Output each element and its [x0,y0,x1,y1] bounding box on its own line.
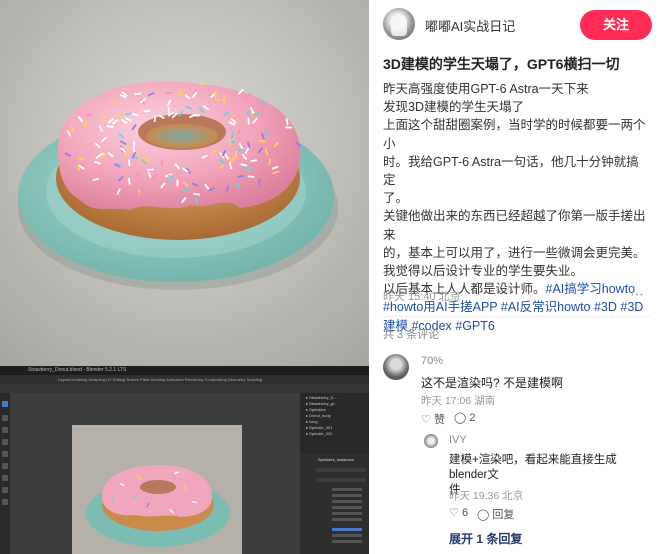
reply-user-name[interactable]: IVY [449,434,467,446]
sprinkle [176,179,179,187]
blender-viewport[interactable] [10,393,300,554]
comment-count: 共 3 条评论 [383,329,440,341]
comment-meta: 昨天 17:06 湖南 [421,395,496,407]
commenter-avatar[interactable] [383,354,409,380]
post-line: 关键他做出来的东西已经超越了你第一版手搓出来 [383,209,646,242]
blender-titlebar: Strawberry_Donut.blend - Blender 5.2.1 L… [0,366,369,375]
sprinkle [258,178,261,186]
sprinkle [167,106,170,114]
blender-outliner[interactable]: ▸ Strawberry_D... ▸ Strawberry_gl... ▸ Spr… [300,393,369,453]
follow-button[interactable]: 关注 [580,10,652,40]
comment-text[interactable]: 这不是渲染吗? 不是建模啊 [421,374,563,391]
like-button[interactable]: ♡ 赞 [421,411,445,427]
viewport-donut [86,465,230,547]
reply-text-line: 建模+渲染吧，看起来能直接生成blender文 [449,454,617,481]
sprinkle [146,168,154,171]
sprinkle [138,188,141,196]
like-label: 赞 [433,414,445,426]
commenter-name[interactable]: 70% [421,355,443,367]
comment-bubble-icon: ◯ [477,509,490,521]
post-line: 上面这个甜甜圈案例，当时学的时候都要一两个小 [383,118,646,151]
properties-header: Sprinkles_Instances [318,457,354,462]
author-name[interactable]: 嘟嘟AI实战日记 [425,16,515,35]
expand-replies-link[interactable]: 展开 1 条回复 [449,530,522,547]
sprinkle [160,160,163,168]
post-header: 嘟嘟AI实战日记 关注 [383,8,652,40]
reply-count: 2 [469,412,476,424]
sprinkle [198,83,206,86]
ellipsis-icon[interactable]: ⋯ [630,286,644,303]
blender-window-title: Strawberry_Donut.blend - Blender 5.2.1 L… [28,367,127,373]
post-title: 3D建模的学生天塌了，GPT6横扫一切 [383,56,620,72]
reply-like-button[interactable]: ♡ 6 [449,506,468,519]
blender-screenshot: Strawberry_Donut.blend - Blender 5.2.1 L… [0,366,369,554]
reply-button[interactable]: ◯ 2 [454,411,476,424]
sprinkle [143,110,151,113]
image-panel: Strawberry_Donut.blend - Blender 5.2.1 L… [0,0,369,554]
sprinkle [137,192,145,195]
donut-render-image [0,0,369,366]
blender-properties[interactable]: Sprinkles_Instances [300,454,369,554]
post-line: 的，基本上可以用了，进行一些微调会更完美。 [383,245,646,260]
post-line: 我觉得以后设计专业的学生要失业。 [383,264,584,279]
post-panel: 嘟嘟AI实战日记 关注 3D建模的学生天塌了，GPT6横扫一切 昨天高强度使用G… [369,0,660,554]
heart-icon: ♡ [421,414,431,426]
comment-bubble-icon: ◯ [454,412,467,424]
post-line: 时。我给GPT-6 Astra一句话，他几十分钟就搞定 [383,154,639,188]
workspace-tabs[interactable]: Layout Modeling Sculpting UV Editing Tex… [58,377,262,382]
like-count: 6 [461,507,469,519]
sprinkle [132,140,136,148]
sprinkle [285,126,293,129]
outliner-item[interactable]: ▸ Sprinkle_002 [306,431,337,437]
reply-label: 回复 [492,509,515,521]
sprinkle [165,92,173,94]
blender-toolbar[interactable] [0,393,10,554]
blender-header-toolbar [0,384,369,393]
blender-menubar: Layout Modeling Sculpting UV Editing Tex… [0,375,369,384]
post-meta: 昨天 15:40 北京 [383,291,461,303]
post-line: 昨天高强度使用GPT-6 Astra一天下来 [383,82,589,96]
reply-meta: 昨天 19:36 北京 [449,490,524,502]
reply-avatar[interactable] [424,434,438,448]
sprinkle [247,164,255,167]
author-avatar[interactable] [383,8,415,40]
reply-reply-button[interactable]: ◯ 回复 [477,506,514,522]
sprinkle [258,140,266,142]
post-line: 发现3D建模的学生天塌了 [383,100,524,115]
heart-icon: ♡ [449,507,459,519]
post-line: 了。 [383,191,409,206]
render-camera-frame [72,425,242,554]
divider [383,316,650,317]
